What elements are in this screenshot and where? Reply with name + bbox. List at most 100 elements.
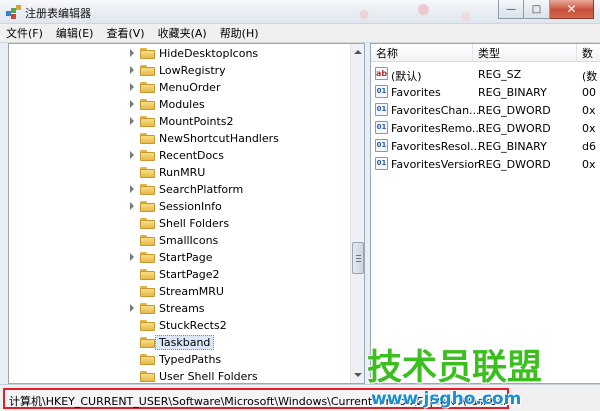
expand-arrow-icon[interactable] (130, 83, 134, 91)
tree-item[interactable]: LowRegistry (9, 62, 349, 79)
tree-item[interactable]: RecentDocs (9, 147, 349, 164)
value-row[interactable]: 01 Favorites REG_BINARY 00 (371, 83, 600, 101)
tree-item[interactable]: User Shell Folders (9, 368, 349, 383)
value-name: FavoritesVersion (391, 158, 482, 171)
expand-arrow-icon[interactable] (130, 117, 134, 125)
tree-item-label: HideDesktopIcons (159, 47, 259, 60)
value-name: FavoritesResol... (391, 140, 481, 153)
menu-file[interactable]: 文件(F) (6, 25, 43, 41)
column-header-data[interactable]: 数 (577, 44, 600, 62)
tree-item-label: User Shell Folders (159, 370, 258, 383)
scroll-up-icon[interactable] (354, 50, 362, 54)
folder-icon (140, 149, 155, 161)
value-data: 00 (582, 86, 596, 99)
tree-item[interactable]: SessionInfo (9, 198, 349, 215)
tree-item[interactable]: Modules (9, 96, 349, 113)
value-row[interactable]: 01 FavoritesVersion REG_DWORD 0x (371, 155, 600, 173)
menu-edit[interactable]: 编辑(E) (56, 25, 94, 41)
folder-icon (140, 319, 155, 331)
expand-arrow-icon[interactable] (130, 304, 134, 312)
value-type: REG_DWORD (478, 158, 551, 171)
folder-icon (140, 370, 155, 382)
watermark: 技术员联盟 www.jsgho.com (367, 339, 599, 411)
column-header-name[interactable]: 名称 (371, 44, 473, 62)
folder-icon (140, 183, 155, 195)
maximize-icon: □ (531, 3, 542, 15)
value-row[interactable]: 01 FavoritesRemo... REG_DWORD 0x (371, 119, 600, 137)
watermark-url: www.jsgho.com (371, 389, 522, 409)
tree-item-label: RecentDocs (159, 149, 224, 162)
tree-item[interactable]: NewShortcutHandlers (9, 130, 349, 147)
tree-item[interactable]: RunMRU (9, 164, 349, 181)
column-header-type[interactable]: 类型 (473, 44, 577, 62)
folder-icon (140, 166, 155, 178)
values-pane[interactable]: 名称 类型 数 ab (默认) REG_SZ (数 01 Favorites REG_BIN… (370, 43, 600, 384)
expand-arrow-icon[interactable] (130, 253, 134, 261)
tree-item[interactable]: StreamMRU (9, 283, 349, 300)
tree-item-label: TypedPaths (159, 353, 222, 366)
tree-item[interactable]: StuckRects2 (9, 317, 349, 334)
value-row[interactable]: 01 FavoritesChan... REG_DWORD 0x (371, 101, 600, 119)
close-button[interactable]: ✕ (550, 0, 594, 19)
binary-value-icon: 01 (375, 103, 388, 116)
value-name: Favorites (391, 86, 441, 99)
tree-item-label: StartPage (159, 251, 213, 264)
tree-item[interactable]: MenuOrder (9, 79, 349, 96)
value-data: (数 (582, 70, 598, 83)
binary-value-icon: 01 (375, 121, 388, 134)
close-icon: ✕ (566, 2, 577, 16)
key-tree-pane[interactable]: HideDesktopIcons LowRegistry MenuOrder Modu… (8, 43, 365, 384)
title-bar[interactable]: 注册表编辑器 — □ ✕ (0, 0, 600, 24)
window-controls: — □ ✕ (498, 0, 594, 19)
tree-item[interactable]: SmallIcons (9, 232, 349, 249)
tree-item-label: SearchPlatform (159, 183, 244, 196)
minimize-icon: — (506, 3, 516, 15)
expand-arrow-icon[interactable] (130, 151, 134, 159)
folder-icon (140, 302, 155, 314)
binary-value-icon: 01 (375, 157, 388, 170)
tree-item[interactable]: HideDesktopIcons (9, 45, 349, 62)
tree-item[interactable]: MountPoints2 (9, 113, 349, 130)
menu-favorites[interactable]: 收藏夹(A) (158, 25, 207, 41)
tree-item[interactable]: SearchPlatform (9, 181, 349, 198)
menu-help[interactable]: 帮助(H) (220, 25, 259, 41)
expand-arrow-icon[interactable] (130, 202, 134, 210)
expand-arrow-icon[interactable] (130, 66, 134, 74)
tree-item[interactable]: Taskband (9, 334, 349, 351)
folder-icon (140, 64, 155, 76)
expand-arrow-icon[interactable] (130, 100, 134, 108)
tree-item-label: StuckRects2 (159, 319, 227, 332)
tree-item[interactable]: Shell Folders (9, 215, 349, 232)
value-type: REG_DWORD (478, 104, 551, 117)
menu-view[interactable]: 查看(V) (106, 25, 144, 41)
value-data: 0x (582, 104, 596, 117)
binary-value-icon: 01 (375, 85, 388, 98)
maximize-button[interactable]: □ (524, 0, 550, 19)
minimize-button[interactable]: — (498, 0, 524, 19)
folder-icon (140, 47, 155, 59)
folder-icon (140, 200, 155, 212)
tree-item-label: SessionInfo (159, 200, 222, 213)
tree-item[interactable]: StartPage (9, 249, 349, 266)
expand-arrow-icon[interactable] (130, 185, 134, 193)
expand-arrow-icon[interactable] (130, 49, 134, 57)
tree-item[interactable]: TypedPaths (9, 351, 349, 368)
value-type: REG_DWORD (478, 122, 551, 135)
binary-value-icon: 01 (375, 139, 388, 152)
folder-icon (140, 268, 155, 280)
tree-item[interactable]: StartPage2 (9, 266, 349, 283)
value-name: FavoritesChan... (391, 104, 480, 117)
tree-vertical-scrollbar[interactable] (350, 44, 364, 383)
tree-item-label: MountPoints2 (159, 115, 234, 128)
scroll-down-icon[interactable] (354, 373, 362, 377)
value-row[interactable]: 01 FavoritesResol... REG_BINARY d6 (371, 137, 600, 155)
folder-icon (140, 234, 155, 246)
value-row[interactable]: ab (默认) REG_SZ (数 (371, 65, 600, 83)
tree-item[interactable]: Streams (9, 300, 349, 317)
folder-icon (140, 353, 155, 365)
folder-icon (140, 217, 155, 229)
value-type: REG_BINARY (478, 140, 547, 153)
regedit-app-icon (6, 5, 21, 19)
window-title: 注册表编辑器 (25, 7, 91, 20)
scroll-thumb[interactable] (352, 242, 364, 274)
